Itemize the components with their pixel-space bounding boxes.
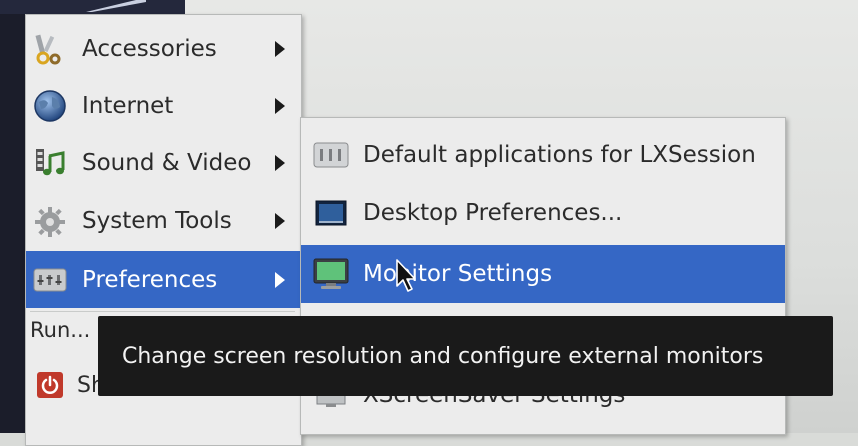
submenu-item-desktop-preferences[interactable]: Desktop Preferences... [301,184,785,242]
submenu-item-default-applications[interactable]: Default applications for LXSession [301,126,785,184]
menu-item-label: Internet [82,92,174,119]
submenu-arrow-icon [275,154,285,171]
tooltip-text: Change screen resolution and configure e… [122,343,764,369]
internet-globe-icon [32,88,68,124]
menu-item-sound-video[interactable]: Sound & Video [26,134,301,191]
submenu-arrow-icon [275,271,285,288]
submenu-arrow-icon [275,212,285,229]
run-label: Run... [30,318,91,342]
desktop-icon-fragment [86,0,146,12]
default-apps-icon [311,137,351,173]
preferences-icon [32,262,68,298]
submenu-item-monitor-settings[interactable]: Monitor Settings [301,245,785,303]
menu-item-system-tools[interactable]: System Tools [26,192,301,249]
menu-item-label: Accessories [82,35,217,62]
submenu-arrow-icon [275,40,285,57]
submenu-item-label: Desktop Preferences... [363,200,623,226]
submenu-arrow-icon [275,97,285,114]
power-icon [37,372,63,398]
monitor-icon [311,256,351,292]
menu-item-label: Preferences [82,266,218,293]
menu-item-accessories[interactable]: Accessories [26,20,301,77]
sound-video-icon [32,145,68,181]
submenu-item-label: Monitor Settings [363,261,553,287]
menu-item-internet[interactable]: Internet [26,77,301,134]
menu-item-preferences[interactable]: Preferences [26,251,301,308]
accessories-icon [32,31,68,67]
menu-item-label: System Tools [82,207,232,234]
mouse-cursor-icon [396,259,416,292]
submenu-item-label: Default applications for LXSession [363,142,756,168]
tooltip: Change screen resolution and configure e… [98,316,833,396]
desktop-preferences-icon [311,195,351,231]
system-tools-gear-icon [32,203,68,239]
menu-item-label: Sound & Video [82,149,252,176]
